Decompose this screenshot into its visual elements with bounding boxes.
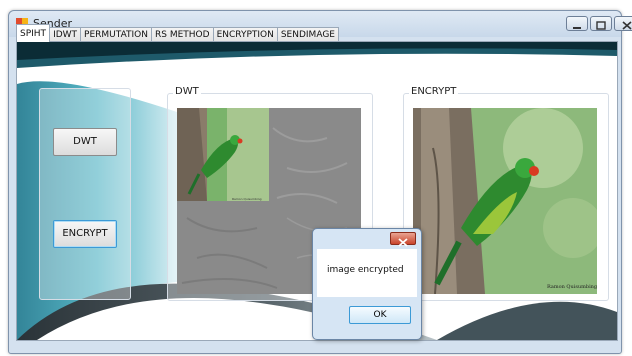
ok-button[interactable]: OK	[349, 306, 411, 324]
maximize-button[interactable]	[590, 16, 612, 31]
message-dialog: image encrypted OK	[312, 228, 422, 340]
tab-strip: SPIHT IDWT PERMUTATION RS METHOD ENCRYPT…	[16, 24, 339, 42]
maximize-icon	[596, 21, 606, 30]
tab-encryption[interactable]: ENCRYPTION	[212, 27, 278, 42]
tab-spiht[interactable]: SPIHT	[16, 24, 51, 42]
encrypt-photo-credit: Ramon Quisumbing	[547, 284, 598, 290]
dwt-group-title: DWT	[173, 86, 201, 97]
close-button[interactable]	[614, 16, 632, 31]
dialog-close-button[interactable]	[390, 232, 416, 247]
tab-sendimage[interactable]: SENDIMAGE	[276, 27, 339, 42]
dialog-body: image encrypted	[317, 249, 417, 297]
close-icon	[622, 21, 632, 30]
tab-idwt[interactable]: IDWT	[49, 27, 82, 42]
minimize-icon	[573, 27, 581, 29]
dialog-message: image encrypted	[327, 265, 404, 275]
minimize-button[interactable]	[566, 16, 588, 31]
dwt-button[interactable]: DWT	[53, 128, 117, 156]
controls-group	[39, 88, 131, 300]
close-icon	[398, 238, 408, 247]
encrypt-group-title: ENCRYPT	[409, 86, 459, 97]
tab-permutation[interactable]: PERMUTATION	[80, 27, 152, 42]
tab-rs-method[interactable]: RS METHOD	[151, 27, 214, 42]
encrypted-image	[413, 108, 597, 294]
dwt-photo-credit: Ramon Quisumbing	[232, 197, 262, 201]
encrypt-button[interactable]: ENCRYPT	[53, 220, 117, 248]
